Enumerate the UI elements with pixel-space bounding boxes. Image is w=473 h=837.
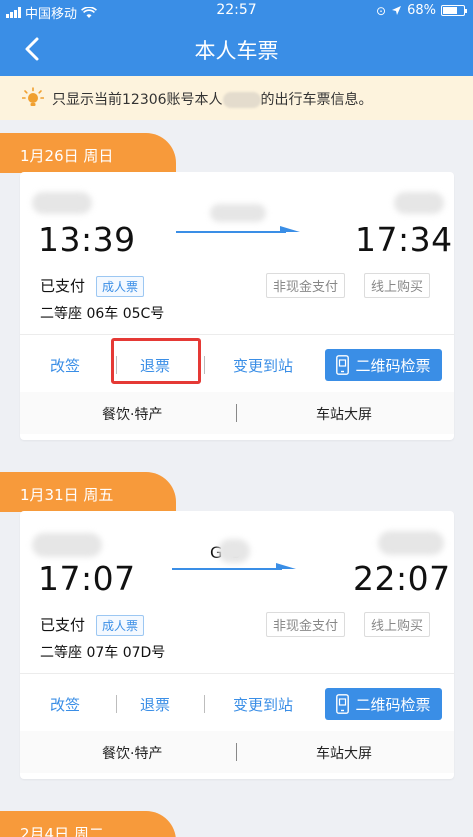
separator bbox=[236, 743, 237, 761]
highlight-annotation-box bbox=[111, 338, 201, 384]
divider bbox=[20, 334, 454, 335]
direction-arrow-icon bbox=[176, 226, 300, 233]
separator bbox=[236, 404, 237, 422]
notice-text-end: 的出行车票信息。 bbox=[260, 92, 373, 108]
qr-checkin-label: 二维码检票 bbox=[355, 356, 431, 375]
departure-time: 13:39 bbox=[38, 220, 136, 259]
food-specialty-link[interactable]: 餐饮·特产 bbox=[102, 743, 162, 763]
phone-qr-icon bbox=[336, 355, 350, 375]
page-title: 本人车票 bbox=[194, 39, 279, 63]
refund-button[interactable]: 退票 bbox=[140, 694, 170, 715]
food-specialty-link[interactable]: 餐饮·特产 bbox=[102, 404, 162, 424]
date-label: 1月31日 周五 bbox=[20, 486, 114, 504]
battery-icon bbox=[441, 5, 467, 16]
redacted-arrival-station bbox=[394, 192, 444, 214]
payment-method-tag: 非现金支付 bbox=[266, 612, 346, 637]
card-footer: 餐饮·特产 车站大屏 bbox=[20, 731, 454, 773]
date-tab: 2月4日 周二 bbox=[0, 811, 176, 837]
ticket-card[interactable]: G 5 17:07 22:07 已支付 成人票 非现金支付 线上购买 二等座 0… bbox=[20, 511, 454, 779]
location-icon bbox=[392, 6, 402, 15]
station-screen-link[interactable]: 车站大屏 bbox=[316, 743, 372, 763]
payment-method-tag: 非现金支付 bbox=[266, 273, 346, 298]
change-destination-button[interactable]: 变更到站 bbox=[233, 694, 293, 715]
lightbulb-icon bbox=[22, 87, 44, 106]
change-ticket-button[interactable]: 改签 bbox=[50, 694, 80, 715]
arrival-time: 22:07 bbox=[353, 559, 451, 598]
seat-info: 二等座 06车 05C号 bbox=[40, 306, 165, 322]
change-destination-button[interactable]: 变更到站 bbox=[233, 355, 293, 376]
separator bbox=[204, 356, 205, 374]
separator bbox=[116, 695, 117, 713]
seat-info: 二等座 07车 07D号 bbox=[40, 645, 166, 661]
rotation-lock-icon: ⊙ bbox=[376, 3, 387, 18]
notice-banner: 只显示当前12306账号本人 的出行车票信息。 bbox=[0, 76, 473, 120]
departure-time: 17:07 bbox=[38, 559, 136, 598]
redacted-train-number bbox=[210, 204, 266, 222]
purchase-channel-tag: 线上购买 bbox=[364, 273, 431, 298]
passenger-type-badge: 成人票 bbox=[96, 276, 145, 297]
date-label: 2月4日 周二 bbox=[20, 825, 104, 837]
redacted-name bbox=[222, 92, 261, 108]
date-label: 1月26日 周日 bbox=[20, 147, 114, 165]
passenger-type-badge: 成人票 bbox=[96, 615, 145, 636]
payment-status: 已支付 bbox=[40, 277, 86, 295]
notice-text-start: 只显示当前12306账号本人 bbox=[52, 92, 223, 108]
change-ticket-button[interactable]: 改签 bbox=[50, 355, 80, 376]
qr-checkin-button[interactable]: 二维码检票 bbox=[325, 349, 442, 381]
status-bar: 中国移动 22:57 ⊙ 68% bbox=[0, 0, 473, 22]
date-tab: 1月26日 周日 bbox=[0, 133, 176, 173]
purchase-channel-tag: 线上购买 bbox=[364, 612, 431, 637]
date-tab: 1月31日 周五 bbox=[0, 472, 176, 512]
redacted-arrival-station bbox=[378, 531, 444, 555]
divider bbox=[20, 673, 454, 674]
payment-status: 已支付 bbox=[40, 616, 86, 634]
card-footer: 餐饮·特产 车站大屏 bbox=[20, 392, 454, 434]
phone-qr-icon bbox=[336, 694, 350, 714]
redacted-train-number bbox=[218, 539, 250, 563]
arrival-time: 17:34 bbox=[355, 220, 453, 259]
nav-bar: 本人车票 bbox=[0, 22, 473, 76]
battery-percent: 68% bbox=[407, 3, 436, 18]
redacted-departure-station bbox=[32, 533, 102, 557]
qr-checkin-button[interactable]: 二维码检票 bbox=[325, 688, 442, 720]
redacted-departure-station bbox=[32, 192, 92, 214]
station-screen-link[interactable]: 车站大屏 bbox=[316, 404, 372, 424]
separator bbox=[204, 695, 205, 713]
qr-checkin-label: 二维码检票 bbox=[355, 695, 431, 714]
direction-arrow-icon bbox=[172, 563, 296, 570]
ticket-card[interactable]: 13:39 17:34 已支付 成人票 非现金支付 线上购买 二等座 06车 0… bbox=[20, 172, 454, 440]
